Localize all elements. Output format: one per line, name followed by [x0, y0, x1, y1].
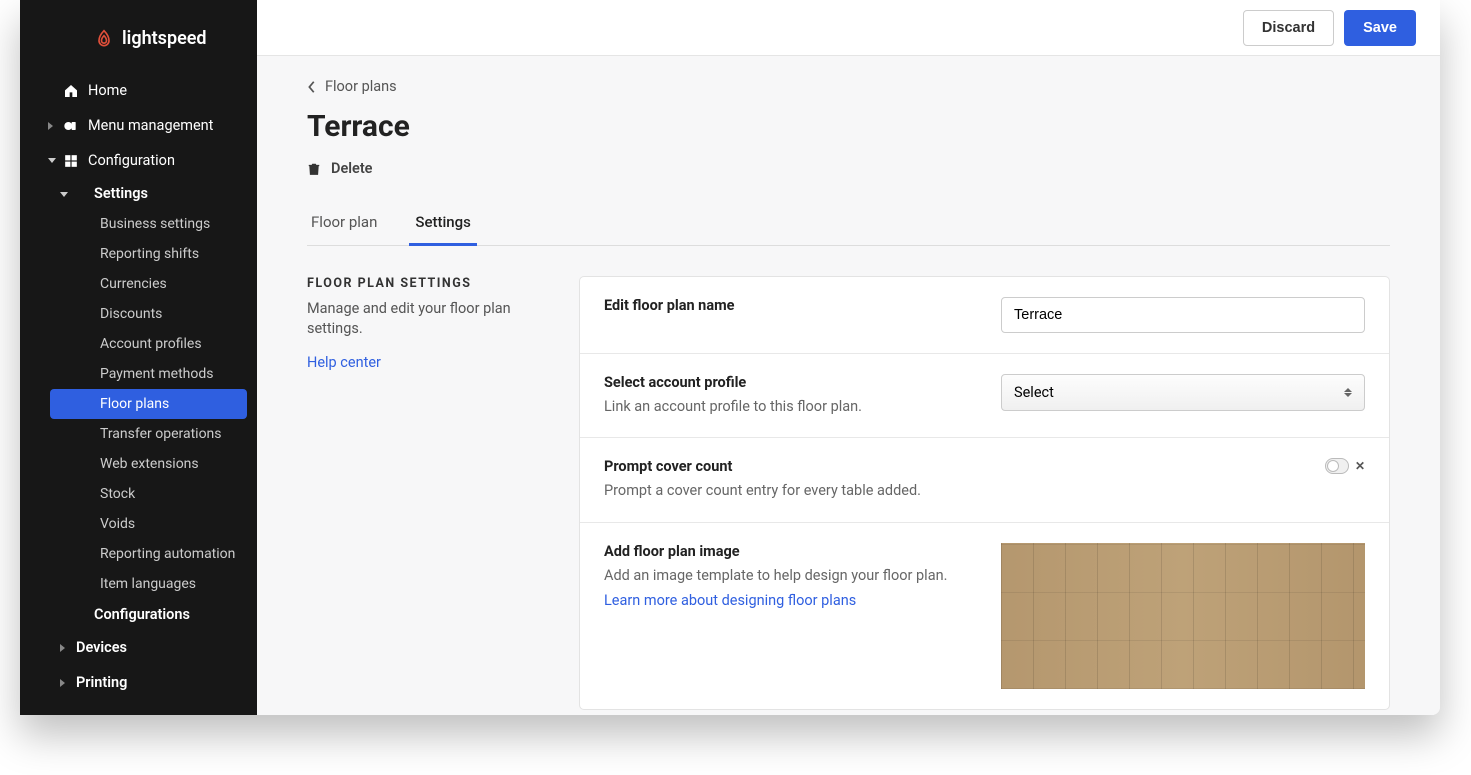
topbar: Discard Save [257, 0, 1440, 56]
name-label: Edit floor plan name [604, 297, 977, 314]
tabs: Floor plan Settings [307, 203, 1390, 246]
save-button[interactable]: Save [1344, 10, 1416, 46]
nav-menu-management[interactable]: Menu management [20, 108, 257, 143]
chevron-right-icon [60, 679, 65, 687]
chevron-down-icon [48, 158, 56, 163]
nav-voids[interactable]: Voids [20, 509, 257, 539]
floor-plan-image-preview[interactable] [1001, 543, 1365, 689]
nav-web-extensions[interactable]: Web extensions [20, 449, 257, 479]
nav-devices[interactable]: Devices [20, 630, 257, 665]
profile-label: Select account profile [604, 374, 977, 391]
sidebar: lightspeed Home Menu management Configur… [20, 0, 257, 715]
image-label: Add floor plan image [604, 543, 977, 560]
profile-desc: Link an account profile to this floor pl… [604, 397, 977, 417]
nav-currencies[interactable]: Currencies [20, 269, 257, 299]
cover-count-toggle[interactable] [1325, 458, 1349, 474]
nav-account-profiles[interactable]: Account profiles [20, 329, 257, 359]
nav-stock[interactable]: Stock [20, 479, 257, 509]
nav-payment-methods[interactable]: Payment methods [20, 359, 257, 389]
nav-discounts[interactable]: Discounts [20, 299, 257, 329]
settings-card: Edit floor plan name Select account prof… [579, 276, 1390, 710]
section-desc: Manage and edit your floor plan settings… [307, 299, 557, 340]
account-profile-select[interactable]: Select [1001, 374, 1365, 411]
nav-configurations[interactable]: Configurations [20, 599, 257, 630]
configuration-icon [62, 154, 80, 168]
section-info: FLOOR PLAN SETTINGS Manage and edit your… [307, 276, 557, 710]
breadcrumb[interactable]: Floor plans [307, 78, 1390, 95]
menu-icon [62, 118, 80, 134]
content: Floor plans Terrace Delete Floor plan Se… [257, 56, 1440, 715]
brand-logo: lightspeed [20, 0, 257, 73]
help-center-link[interactable]: Help center [307, 354, 557, 371]
main: Discard Save Floor plans Terrace Delete … [257, 0, 1440, 715]
flame-icon [94, 29, 114, 49]
nav-home[interactable]: Home [20, 73, 257, 108]
nav-printing[interactable]: Printing [20, 665, 257, 700]
tab-floor-plan[interactable]: Floor plan [307, 203, 381, 245]
cover-label: Prompt cover count [604, 458, 977, 475]
discard-button[interactable]: Discard [1243, 10, 1334, 46]
chevron-down-icon [60, 192, 68, 197]
brand-name: lightspeed [122, 28, 207, 49]
nav-transfer-operations[interactable]: Transfer operations [20, 419, 257, 449]
nav-item-languages[interactable]: Item languages [20, 569, 257, 599]
chevron-right-icon [48, 122, 53, 130]
nav-business-settings[interactable]: Business settings [20, 209, 257, 239]
select-arrows-icon [1344, 388, 1352, 397]
section-title: FLOOR PLAN SETTINGS [307, 276, 557, 291]
row-name: Edit floor plan name [580, 277, 1389, 354]
row-cover: Prompt cover count Prompt a cover count … [580, 438, 1389, 522]
learn-more-link[interactable]: Learn more about designing floor plans [604, 592, 977, 609]
page-title: Terrace [307, 109, 1390, 144]
nav-floor-plans[interactable]: Floor plans [50, 389, 247, 419]
chevron-left-icon [307, 80, 317, 94]
tab-settings[interactable]: Settings [411, 203, 475, 245]
delete-button[interactable]: Delete [307, 160, 1390, 177]
nav-settings[interactable]: Settings [20, 178, 257, 209]
row-profile: Select account profile Link an account p… [580, 354, 1389, 438]
row-image: Add floor plan image Add an image templa… [580, 523, 1389, 709]
floor-plan-name-input[interactable] [1001, 297, 1365, 333]
nav-configuration[interactable]: Configuration [20, 143, 257, 178]
trash-icon [307, 161, 321, 177]
chevron-right-icon [60, 644, 65, 652]
home-icon [62, 83, 80, 99]
nav-reporting-shifts[interactable]: Reporting shifts [20, 239, 257, 269]
cover-desc: Prompt a cover count entry for every tab… [604, 481, 977, 501]
nav-reporting-automation[interactable]: Reporting automation [20, 539, 257, 569]
image-desc: Add an image template to help design you… [604, 566, 977, 586]
close-icon: ✕ [1355, 459, 1365, 473]
